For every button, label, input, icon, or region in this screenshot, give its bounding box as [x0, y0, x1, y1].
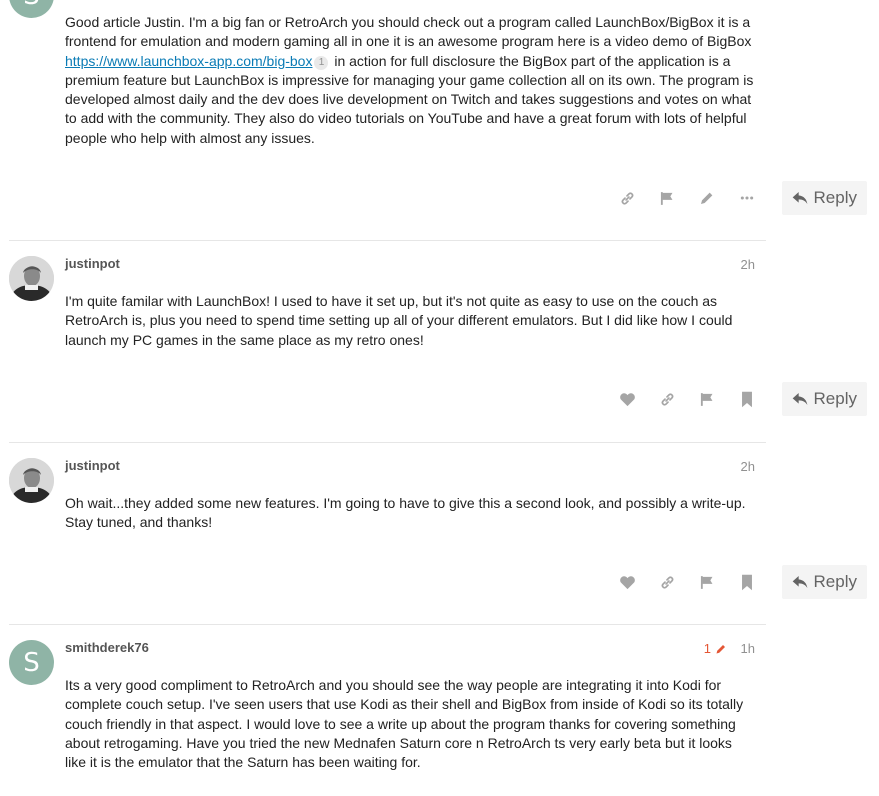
share-link-button[interactable] — [647, 565, 687, 599]
post-text: Good article Justin. I'm a big fan or Re… — [65, 14, 752, 50]
reply-button[interactable]: Reply — [781, 181, 867, 215]
post-username[interactable]: smithderek76 — [65, 640, 149, 655]
user-photo-icon — [9, 256, 54, 301]
post-date[interactable]: 1h — [741, 641, 755, 656]
post-divider — [9, 442, 766, 443]
heart-icon — [619, 393, 635, 407]
post-date[interactable]: 2h — [741, 459, 755, 474]
post-divider — [9, 624, 766, 625]
like-button[interactable] — [607, 382, 647, 416]
reply-button[interactable]: Reply — [781, 382, 867, 416]
avatar[interactable]: S — [9, 640, 54, 685]
pencil-icon — [716, 644, 725, 653]
reply-icon — [792, 576, 807, 588]
more-icon — [740, 196, 754, 200]
heart-icon — [619, 576, 635, 590]
reply-label: Reply — [813, 572, 857, 591]
reply-icon — [792, 192, 807, 204]
edit-history-button[interactable]: 1 — [704, 641, 727, 656]
post-username[interactable]: justinpot — [65, 458, 120, 473]
bookmark-icon — [742, 574, 752, 590]
link-icon — [661, 576, 673, 588]
post-body: Its a very good compliment to RetroArch … — [65, 677, 744, 771]
post-body: I'm quite familar with LaunchBox! I used… — [65, 293, 733, 348]
share-link-button[interactable] — [647, 382, 687, 416]
post-reply-wrap: Reply — [774, 181, 867, 215]
reply-label: Reply — [813, 389, 857, 408]
link-icon — [661, 393, 673, 405]
post-actions — [607, 382, 767, 416]
flag-button[interactable] — [647, 181, 687, 215]
flag-button[interactable] — [687, 382, 727, 416]
user-photo-icon — [9, 458, 54, 503]
avatar[interactable]: S — [9, 0, 54, 18]
flag-icon — [660, 191, 672, 205]
flag-icon — [700, 575, 712, 589]
post-body: Oh wait...they added some new features. … — [65, 495, 746, 531]
post-divider — [9, 240, 766, 241]
avatar-letter: S — [23, 0, 40, 11]
post-actions — [607, 181, 767, 215]
flag-button[interactable] — [687, 565, 727, 599]
post-reply-wrap: Reply — [774, 565, 867, 599]
post-username[interactable]: justinpot — [65, 256, 120, 271]
link-icon — [621, 192, 633, 204]
bookmark-icon — [742, 391, 752, 407]
pencil-icon — [701, 192, 713, 204]
edit-count: 1 — [703, 641, 711, 656]
reply-label: Reply — [813, 188, 857, 207]
bookmark-button[interactable] — [727, 565, 767, 599]
avatar-letter: S — [23, 647, 40, 678]
post-reply-wrap: Reply — [774, 382, 867, 416]
share-link-button[interactable] — [607, 181, 647, 215]
reply-icon — [792, 393, 807, 405]
post-link[interactable]: https://www.launchbox-app.com/big-box — [65, 53, 312, 69]
reply-button[interactable]: Reply — [781, 565, 867, 599]
avatar[interactable] — [9, 256, 54, 301]
post-body: Good article Justin. I'm a big fan or Re… — [65, 13, 755, 148]
link-click-count: 1 — [314, 55, 329, 70]
more-button[interactable] — [727, 181, 767, 215]
bookmark-button[interactable] — [727, 382, 767, 416]
post-date[interactable]: 2h — [741, 257, 755, 272]
avatar[interactable] — [9, 458, 54, 503]
flag-icon — [700, 392, 712, 406]
like-button[interactable] — [607, 565, 647, 599]
edit-button[interactable] — [687, 181, 727, 215]
post-actions — [607, 565, 767, 599]
